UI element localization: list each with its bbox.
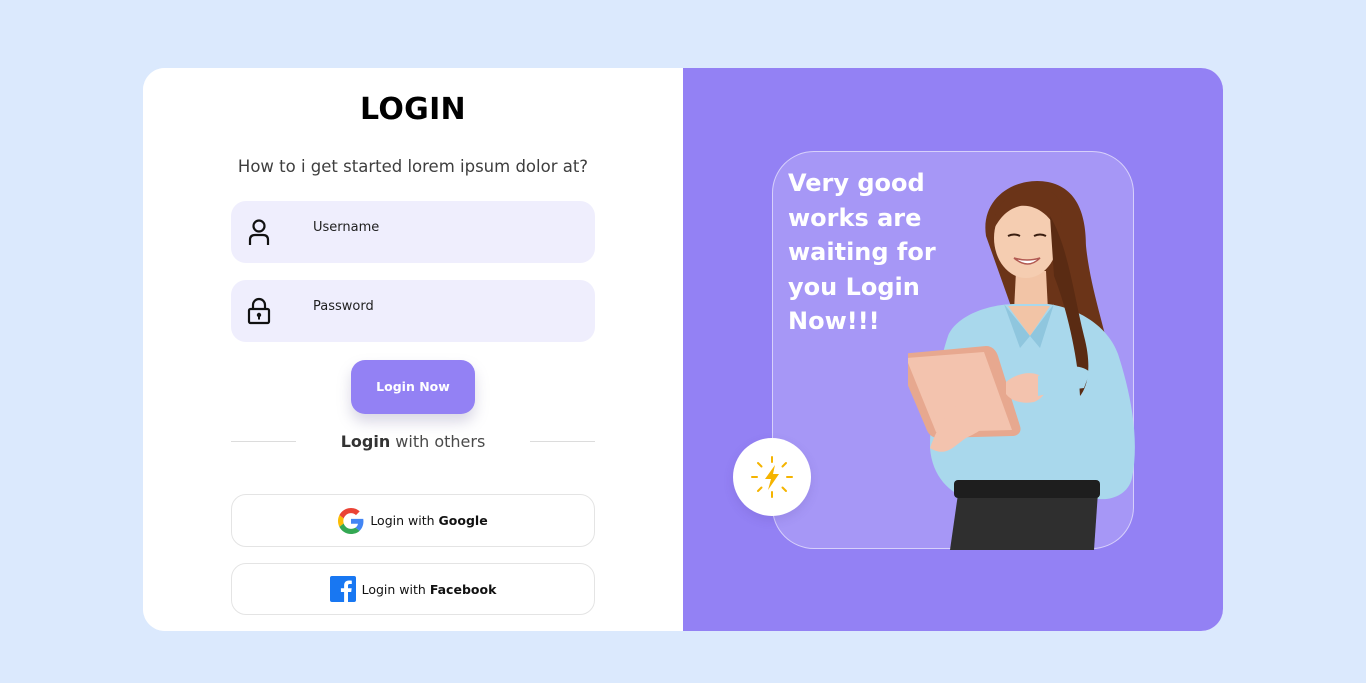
facebook-brand: Facebook <box>429 581 497 597</box>
page-subtitle: How to i get started lorem ipsum dolor a… <box>237 157 589 176</box>
user-icon <box>248 219 270 245</box>
login-with-others: Login with others <box>143 432 683 451</box>
google-brand: Google <box>438 513 488 528</box>
username-field[interactable]: Username <box>231 201 595 263</box>
woman-with-tablet-image <box>908 180 1135 550</box>
google-icon <box>338 507 364 534</box>
password-label: Password <box>313 299 374 314</box>
facebook-prefix: Login with <box>361 581 426 597</box>
username-label: Username <box>313 220 380 235</box>
lock-icon <box>247 297 271 325</box>
lightning-badge <box>733 438 811 516</box>
login-card: LOGIN How to i get started lorem ipsum d… <box>143 68 1223 631</box>
login-with-google-button[interactable]: Login with Google <box>231 494 595 547</box>
divider-rest: with others <box>390 432 486 451</box>
google-prefix: Login with <box>370 513 435 528</box>
divider-line-right <box>530 441 595 442</box>
facebook-icon <box>329 576 356 602</box>
login-with-facebook-button[interactable]: Login with Facebook <box>231 563 595 615</box>
login-panel: LOGIN How to i get started lorem ipsum d… <box>143 68 683 631</box>
password-field[interactable]: Password <box>231 280 595 342</box>
divider-bold: Login <box>340 432 391 451</box>
login-now-button[interactable]: Login Now <box>351 360 475 414</box>
page-title: LOGIN <box>360 92 466 127</box>
lightning-icon <box>751 456 793 498</box>
hero-panel: Very good works are waiting for you Logi… <box>683 68 1223 631</box>
